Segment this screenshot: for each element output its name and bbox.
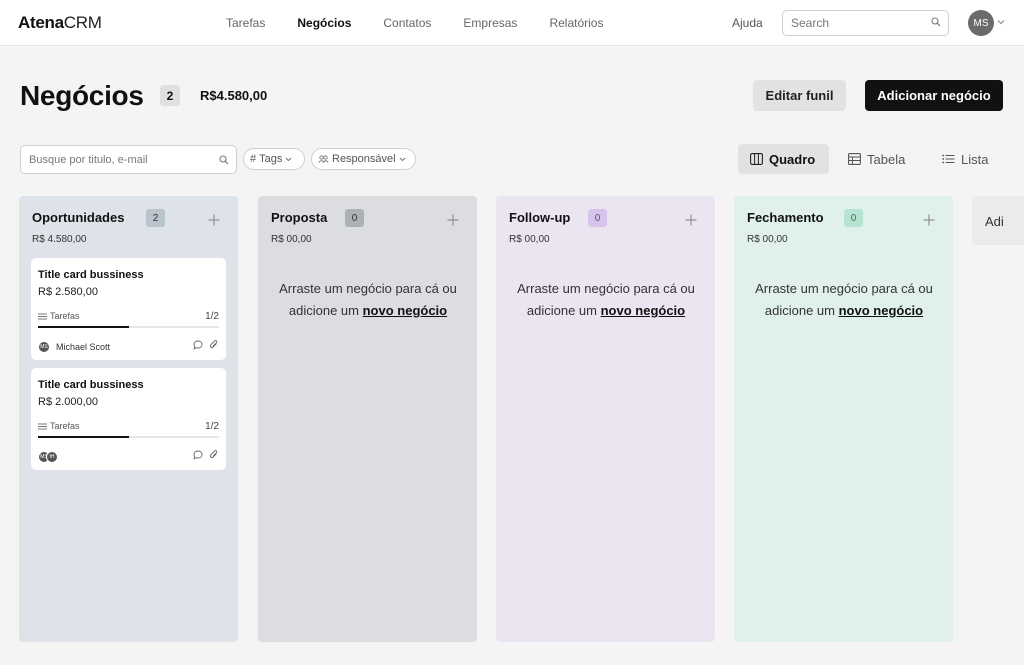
- add-column-label: Adi: [985, 214, 1004, 229]
- add-to-column-button[interactable]: [680, 209, 702, 231]
- paperclip-icon[interactable]: [209, 340, 219, 350]
- column-total: R$ 00,00: [747, 234, 788, 245]
- owner-avatar: IH: [46, 451, 58, 463]
- chevron-down-icon: [286, 157, 292, 161]
- pipeline-total: R$4.580,00: [200, 88, 268, 103]
- tasks-fraction: 1/2: [205, 311, 219, 322]
- tasks-progress-fill: [38, 436, 129, 438]
- add-to-column-button[interactable]: [203, 209, 225, 231]
- new-deal-link[interactable]: novo negócio: [363, 303, 448, 318]
- column-total: R$ 4.580,00: [32, 234, 87, 245]
- column-proposta: Proposta 0 R$ 00,00 Arraste um negócio p…: [258, 196, 477, 642]
- add-column-button[interactable]: Adi: [972, 196, 1024, 245]
- column-count-badge: 0: [844, 209, 863, 227]
- nav-relatorios[interactable]: Relatórios: [549, 16, 603, 30]
- column-oportunidades: Oportunidades 2 R$ 4.580,00 Title card b…: [19, 196, 238, 642]
- empty-column-message: Arraste um negócio para cá ou adicione u…: [278, 278, 458, 322]
- column-title: Fechamento: [747, 210, 824, 225]
- comment-icon[interactable]: [193, 340, 203, 350]
- tags-filter-label: Tags: [259, 153, 283, 165]
- deal-title: Title card bussiness: [38, 379, 144, 391]
- search-icon: [219, 155, 229, 165]
- deal-owner[interactable]: MS Michael Scott: [38, 341, 110, 353]
- comment-icon[interactable]: [193, 450, 203, 460]
- column-title: Proposta: [271, 210, 328, 225]
- tasks-summary: Tarefas: [38, 311, 80, 321]
- new-deal-link[interactable]: novo negócio: [839, 303, 924, 318]
- view-board-button[interactable]: Quadro: [738, 144, 829, 174]
- column-fechamento: Fechamento 0 R$ 00,00 Arraste um negócio…: [734, 196, 953, 642]
- tasks-progress-bar: [38, 326, 219, 328]
- nav-negocios[interactable]: Negócios: [297, 16, 351, 30]
- table-icon: [848, 153, 861, 165]
- plus-icon: [923, 214, 935, 226]
- column-total: R$ 00,00: [509, 234, 550, 245]
- tasks-progress-fill: [38, 326, 129, 328]
- tasks-label: Tarefas: [50, 311, 80, 321]
- column-title: Follow-up: [509, 210, 571, 225]
- deal-search-input[interactable]: [20, 145, 237, 174]
- responsavel-filter-label: Responsável: [332, 153, 396, 165]
- users-icon: [318, 155, 329, 163]
- owner-name: Michael Scott: [56, 342, 111, 352]
- responsavel-filter[interactable]: Responsável: [311, 148, 416, 170]
- column-title: Oportunidades: [32, 210, 125, 225]
- page-title: Negócios: [20, 80, 144, 111]
- empty-column-message: Arraste um negócio para cá ou adicione u…: [516, 278, 696, 322]
- search-icon: [931, 17, 941, 27]
- paperclip-icon[interactable]: [209, 450, 219, 460]
- nav-tarefas[interactable]: Tarefas: [226, 16, 265, 30]
- deal-card[interactable]: Title card bussiness R$ 2.580,00 Tarefas…: [31, 258, 226, 360]
- plus-icon: [208, 214, 220, 226]
- app-logo[interactable]: AtenaCRM: [18, 13, 102, 33]
- view-table-button[interactable]: Tabela: [836, 144, 926, 174]
- view-list-button[interactable]: Lista: [930, 144, 1004, 174]
- new-deal-link[interactable]: novo negócio: [601, 303, 686, 318]
- deal-owners[interactable]: MS IH: [38, 451, 58, 463]
- global-search-input[interactable]: [782, 10, 949, 36]
- card-actions: [193, 450, 219, 460]
- card-actions: [193, 340, 219, 350]
- help-link[interactable]: Ajuda: [732, 16, 763, 30]
- view-board-label: Quadro: [769, 151, 816, 167]
- owner-avatar: MS: [38, 341, 50, 353]
- edit-funnel-button[interactable]: Editar funil: [753, 80, 846, 111]
- empty-column-message: Arraste um negócio para cá ou adicione u…: [754, 278, 934, 322]
- column-count-badge: 2: [146, 209, 165, 227]
- chevron-down-icon[interactable]: [997, 19, 1005, 25]
- view-table-label: Tabela: [867, 151, 906, 167]
- tasks-summary: Tarefas: [38, 421, 80, 431]
- plus-icon: [685, 214, 697, 226]
- list-icon: [38, 423, 47, 429]
- board-icon: [750, 153, 763, 165]
- deal-card[interactable]: Title card bussiness R$ 2.000,00 Tarefas…: [31, 368, 226, 470]
- column-count-badge: 0: [345, 209, 364, 227]
- deal-count-badge: 2: [160, 85, 180, 106]
- nav-contatos[interactable]: Contatos: [383, 16, 431, 30]
- chevron-down-icon: [399, 157, 405, 161]
- column-follow-up: Follow-up 0 R$ 00,00 Arraste um negócio …: [496, 196, 715, 642]
- list-icon: [942, 154, 955, 164]
- add-to-column-button[interactable]: [442, 209, 464, 231]
- tasks-label: Tarefas: [50, 421, 80, 431]
- tasks-progress-bar: [38, 436, 219, 438]
- tasks-fraction: 1/2: [205, 421, 219, 432]
- deal-title: Title card bussiness: [38, 269, 144, 281]
- nav-empresas[interactable]: Empresas: [463, 16, 517, 30]
- top-navbar: AtenaCRM Tarefas Negócios Contatos Empre…: [0, 0, 1024, 46]
- add-to-column-button[interactable]: [918, 209, 940, 231]
- deal-value: R$ 2.580,00: [38, 286, 98, 298]
- list-icon: [38, 313, 47, 319]
- plus-icon: [447, 214, 459, 226]
- view-list-label: Lista: [961, 151, 989, 167]
- tags-filter[interactable]: # Tags: [243, 148, 305, 170]
- column-total: R$ 00,00: [271, 234, 312, 245]
- deal-value: R$ 2.000,00: [38, 396, 98, 408]
- user-avatar[interactable]: MS: [968, 10, 994, 36]
- main-nav: Tarefas Negócios Contatos Empresas Relat…: [226, 16, 635, 30]
- column-count-badge: 0: [588, 209, 607, 227]
- hash-icon: #: [250, 153, 257, 165]
- add-deal-button[interactable]: Adicionar negócio: [865, 80, 1003, 111]
